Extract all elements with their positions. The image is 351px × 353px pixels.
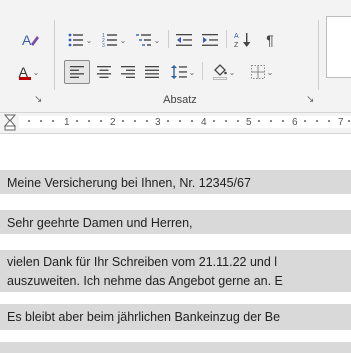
increase-indent-icon — [202, 34, 218, 46]
multilevel-list-button[interactable]: ⌄ — [132, 28, 164, 52]
svg-text:A: A — [22, 32, 32, 48]
styles-gallery[interactable] — [326, 16, 351, 78]
document-line[interactable]: Meine Versicherung bei Ihnen, Nr. 12345/… — [7, 176, 251, 190]
borders-icon — [250, 65, 265, 79]
horizontal-ruler[interactable]: 1 2 3 4 5 6 7 — [0, 113, 351, 134]
paragraph-group-label: Absatz — [163, 94, 197, 106]
document-line[interactable]: Sehr geehrte Damen und Herren, — [7, 216, 193, 230]
sort-az-icon: A Z — [234, 33, 251, 49]
ruler-number: 6 — [292, 117, 298, 128]
ruler-number: 2 — [110, 117, 116, 128]
sort-button[interactable]: A Z — [230, 28, 256, 52]
ruler-number: 1 — [64, 117, 70, 128]
document-page[interactable]: Meine Versicherung bei Ihnen, Nr. 12345/… — [0, 134, 351, 353]
document-line[interactable]: vielen Dank für Ihr Schreiben vom 21.11.… — [7, 255, 277, 269]
align-left-icon — [70, 66, 84, 78]
borders-button[interactable]: ⌄ — [244, 60, 280, 84]
document-area[interactable]: Meine Versicherung bei Ihnen, Nr. 12345/… — [0, 134, 351, 353]
ribbon: A A ⌄ ⌄ 1 2 3 ⌄ ⌄ A Z ¶ ⌄ ⌄ ⌄ ↘ Absatz ↘ — [0, 0, 351, 113]
align-right-icon — [121, 66, 135, 78]
ruler-number: 3 — [155, 117, 161, 128]
line-spacing-button[interactable]: ⌄ — [166, 60, 200, 84]
ruler-number: 5 — [246, 117, 252, 128]
align-center-icon — [97, 66, 111, 78]
decrease-indent-button[interactable] — [172, 28, 196, 52]
chevron-down-icon: ⌄ — [228, 67, 236, 77]
bullets-button[interactable]: ⌄ — [64, 28, 96, 52]
chevron-down-icon: ⌄ — [153, 35, 161, 45]
pilcrow-icon: ¶ — [266, 32, 274, 48]
align-center-button[interactable] — [92, 60, 116, 84]
font-color-button[interactable]: A ⌄ — [10, 60, 48, 84]
increase-indent-button[interactable] — [198, 28, 222, 52]
font-dialog-launcher-icon[interactable]: ↘ — [34, 94, 42, 105]
bullet-list-icon — [68, 33, 83, 47]
align-left-button[interactable] — [64, 60, 90, 84]
chevron-down-icon: ⌄ — [188, 67, 196, 77]
ruler-number: 7 — [338, 117, 344, 128]
line-spacing-icon — [170, 65, 187, 79]
chevron-down-icon: ⌄ — [85, 35, 93, 45]
paint-bucket-icon — [212, 64, 227, 80]
svg-text:Z: Z — [234, 42, 239, 49]
ruler-number: 4 — [201, 117, 207, 128]
numbered-list-icon: 1 2 3 — [102, 33, 117, 47]
text-effects-icon: A — [22, 32, 39, 48]
justify-button[interactable] — [140, 60, 164, 84]
numbering-button[interactable]: 1 2 3 ⌄ — [98, 28, 130, 52]
indent-marker-icon[interactable] — [3, 114, 17, 132]
chevron-down-icon: ⌄ — [32, 67, 40, 77]
chevron-down-icon: ⌄ — [266, 67, 274, 77]
text-effects-button[interactable]: A — [16, 28, 44, 52]
paragraph-dialog-launcher-icon[interactable]: ↘ — [306, 94, 314, 105]
font-color-icon: A — [18, 64, 31, 80]
document-line[interactable]: Es bleibt aber beim jährlichen Bankeinzu… — [7, 310, 280, 324]
decrease-indent-icon — [176, 34, 192, 46]
document-line[interactable]: auszuweiten. Ich nehme das Angebot gerne… — [7, 274, 283, 288]
chevron-down-icon: ⌄ — [119, 35, 127, 45]
svg-text:3: 3 — [102, 43, 105, 47]
multilevel-list-icon — [135, 34, 151, 46]
shading-button[interactable]: ⌄ — [206, 60, 242, 84]
align-justify-icon — [145, 66, 159, 78]
svg-text:A: A — [234, 33, 239, 40]
show-formatting-button[interactable]: ¶ — [258, 28, 282, 52]
align-right-button[interactable] — [116, 60, 140, 84]
